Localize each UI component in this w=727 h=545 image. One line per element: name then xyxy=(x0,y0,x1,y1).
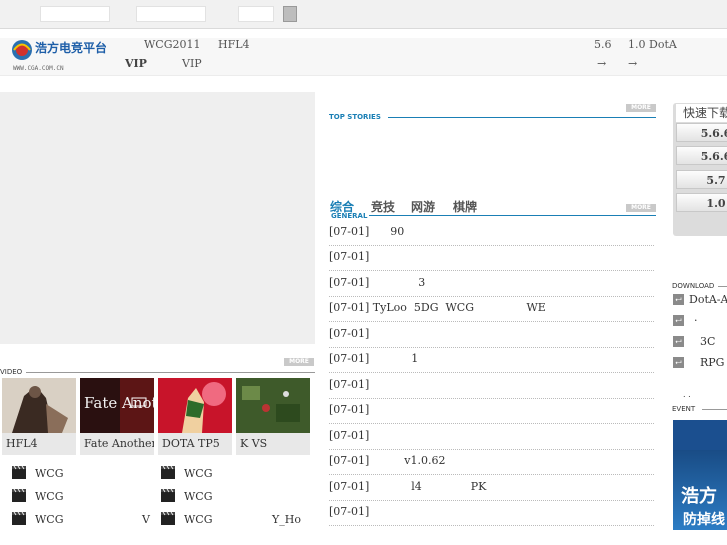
video-caption-3[interactable]: DOTA TP5 xyxy=(158,433,232,455)
clapperboard-icon xyxy=(12,488,26,502)
cga-logo[interactable]: 浩方电竞平台 WWW.CGA.COM.CN xyxy=(10,37,107,73)
download-arrow-icon: ⮠ xyxy=(673,315,684,326)
video-more-button[interactable]: MORE xyxy=(284,358,314,366)
video-divider xyxy=(26,372,315,373)
main-banner[interactable] xyxy=(0,92,315,344)
top-submit-button[interactable] xyxy=(283,6,297,22)
quick-download-button-1[interactable]: 5.6.6 xyxy=(676,123,727,142)
news-row[interactable]: [07-01] xyxy=(329,323,654,348)
quick-download-title: 快速下载 xyxy=(676,104,727,122)
news-row[interactable]: [07-01] 3 xyxy=(329,272,654,297)
header-right-version2[interactable]: 1.0 xyxy=(628,38,646,51)
video-thumb-3[interactable] xyxy=(158,378,232,433)
tab-board-games[interactable]: 棋牌 xyxy=(453,198,477,215)
news-row[interactable]: [07-01] xyxy=(329,501,654,526)
top-stories-title: TOP STORIES xyxy=(329,113,381,121)
logo-text: 浩方电竞平台 xyxy=(35,40,106,55)
clapperboard-icon xyxy=(12,511,26,525)
news-row[interactable]: [07-01] l4 PK xyxy=(329,476,654,501)
nav-vip-2[interactable]: VIP xyxy=(182,57,202,70)
top-search-input[interactable] xyxy=(40,6,110,22)
general-more-button[interactable]: MORE xyxy=(626,204,656,212)
video-list-item[interactable] xyxy=(161,465,175,482)
video-list-text[interactable]: WCG xyxy=(35,513,64,526)
video-caption-1[interactable]: HFL4 xyxy=(2,433,76,455)
top-stories-more-button[interactable]: MORE xyxy=(626,104,656,112)
nav-hfl4[interactable]: HFL4 xyxy=(218,38,250,51)
tab-competitive[interactable]: 竞技 xyxy=(371,198,395,215)
news-row[interactable]: [07-01] 90 xyxy=(329,221,654,246)
news-row[interactable]: [07-01] xyxy=(329,399,654,424)
video-list-item[interactable] xyxy=(12,465,26,482)
event-banner-line2: 防掉线 xyxy=(683,511,725,528)
video-list-text[interactable]: WCG xyxy=(35,467,64,480)
news-row[interactable]: [07-01] xyxy=(329,246,654,271)
video-list-text[interactable]: WCG xyxy=(184,490,213,503)
video-caption-2[interactable]: Fate Another 1 xyxy=(80,433,154,455)
event-banner[interactable]: 浩方 防掉线 xyxy=(673,420,727,530)
video-list-item[interactable] xyxy=(161,511,175,528)
clapperboard-icon xyxy=(161,488,175,502)
news-row[interactable]: [07-01] TyLoo 5DG WCG WE xyxy=(329,297,654,322)
video-list-suffix[interactable]: Y_Ho xyxy=(272,513,301,526)
download-item[interactable]: RPG xyxy=(700,356,724,369)
logo-domain: WWW.CGA.COM.CN xyxy=(13,65,64,72)
video-list-item[interactable] xyxy=(12,488,26,505)
video-section-label: VIDEO xyxy=(0,368,23,376)
header-arrow-2[interactable]: → xyxy=(628,57,637,70)
top-field-input[interactable] xyxy=(136,6,206,22)
download-item[interactable]: · xyxy=(694,314,698,327)
general-divider xyxy=(369,215,656,216)
download-section-label: DOWNLOAD xyxy=(672,282,715,290)
quick-download-button-3[interactable]: 5.7 xyxy=(676,170,727,189)
news-row[interactable]: [07-01] xyxy=(329,425,654,450)
header-bar xyxy=(0,38,727,76)
download-item[interactable]: 3C xyxy=(700,335,715,348)
download-arrow-icon: ⮠ xyxy=(673,294,684,305)
video-list-text[interactable]: WCG xyxy=(184,467,213,480)
video-list-text[interactable]: WCG xyxy=(184,513,213,526)
general-sublabel: GENERAL xyxy=(331,212,368,220)
news-row[interactable]: [07-01] v1.0.62 xyxy=(329,450,654,475)
event-section-label: EVENT xyxy=(672,405,696,413)
download-dots: . . xyxy=(683,390,691,399)
clapperboard-icon xyxy=(161,511,175,525)
download-arrow-icon: ⮠ xyxy=(673,336,684,347)
download-arrow-icon: ⮠ xyxy=(673,357,684,368)
quick-download-button-2[interactable]: 5.6.6 xyxy=(676,146,727,165)
clapperboard-icon xyxy=(12,465,26,479)
header-arrow-1[interactable]: → xyxy=(597,57,606,70)
top-small-input[interactable] xyxy=(238,6,274,22)
nav-wcg2011[interactable]: WCG2011 xyxy=(144,38,201,51)
header-right-dota[interactable]: DotA xyxy=(649,38,677,51)
video-list-suffix[interactable]: V xyxy=(142,513,150,526)
video-caption-4[interactable]: K VS xyxy=(236,433,310,455)
video-list-item[interactable] xyxy=(12,511,26,528)
video-thumb-2[interactable]: Fate Anoth xyxy=(80,378,168,433)
video-thumb-4[interactable] xyxy=(236,378,310,433)
download-divider xyxy=(718,286,727,287)
video-list-item[interactable] xyxy=(161,488,175,505)
header-right-version[interactable]: 5.6 xyxy=(594,38,612,51)
video-thumb-1[interactable] xyxy=(2,378,76,433)
thumb-fate-text: Fate Anoth xyxy=(84,394,154,412)
news-row[interactable]: [07-01] 1 xyxy=(329,348,654,373)
top-stories-divider xyxy=(388,117,656,118)
quick-download-button-4[interactable]: 1.0 xyxy=(676,193,727,212)
clapperboard-icon xyxy=(161,465,175,479)
nav-vip-1[interactable]: VIP xyxy=(125,57,147,70)
download-item[interactable]: DotA-AI xyxy=(689,293,727,306)
event-banner-line1: 浩方 xyxy=(681,485,717,507)
event-divider xyxy=(702,409,727,410)
video-list-text[interactable]: WCG xyxy=(35,490,64,503)
tab-online-games[interactable]: 网游 xyxy=(411,198,435,215)
news-row[interactable]: [07-01] xyxy=(329,374,654,399)
